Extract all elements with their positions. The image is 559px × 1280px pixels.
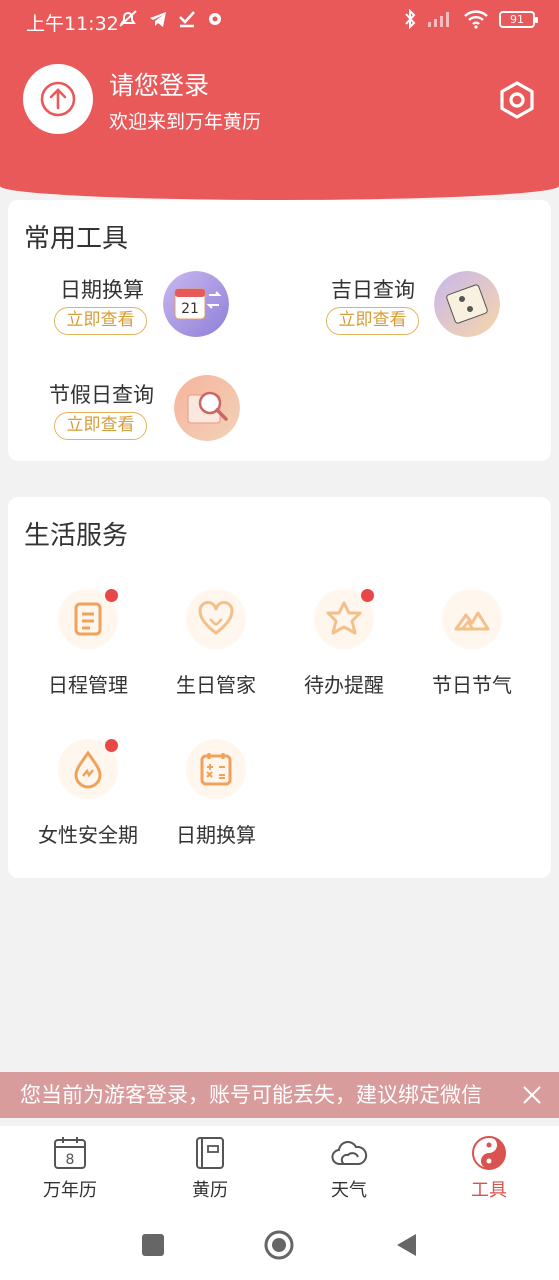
home-icon[interactable] [264,1230,294,1260]
tab-label: 黄历 [192,1180,228,1201]
tool-name: 节假日查询 [49,383,154,407]
tab-label: 天气 [331,1180,367,1201]
magnifier-scroll-icon [174,375,240,441]
section-title: 常用工具 [24,224,129,254]
calendar-day-number: 8 [66,1152,75,1168]
star-icon [326,601,362,635]
calendar-swap-icon: 21 [163,271,229,337]
telegram-icon [150,12,166,27]
battery-indicator: 91 [499,10,538,28]
service-label: 女性安全期 [38,823,138,847]
notification-dot [361,589,374,602]
settings-icon[interactable] [497,80,537,120]
profile-header: 上午11:32 91 请您登录 欢迎来到万年黄历 [0,0,559,200]
svg-text:21: 21 [181,301,199,317]
upload-arrow-icon [40,81,76,117]
back-icon[interactable] [392,1230,422,1260]
wifi-icon [464,10,488,29]
view-now-button[interactable]: 立即查看 [54,412,147,440]
life-services-card: 生活服务 日程管理 生日管家 待办提醒 节日节气 女性安全期 日期换算 [8,497,551,878]
tab-label: 万年历 [43,1180,97,1201]
close-icon[interactable] [521,1084,543,1106]
tool-name: 吉日查询 [331,278,415,302]
notification-dot [105,589,118,602]
service-label: 节日节气 [432,673,512,697]
guest-banner-text: 您当前为游客登录，账号可能丢失，建议绑定微信 [20,1083,482,1107]
tab-tools[interactable]: 工具 [439,1134,539,1202]
yinyang-icon [472,1136,506,1170]
common-tools-card: 常用工具 日期换算 立即查看 21 吉日查询 立即查看 节假日查询 立即查看 [8,200,551,461]
service-label: 待办提醒 [304,673,384,697]
service-festivals[interactable]: 节日节气 [408,589,536,698]
notification-dot [105,739,118,752]
view-now-button[interactable]: 立即查看 [54,307,147,335]
cloud-icon [331,1141,368,1165]
status-time: 上午11:32 [26,13,119,35]
tool-name: 日期换算 [60,278,144,302]
tab-label: 工具 [471,1180,507,1201]
avatar[interactable] [23,64,93,134]
drop-icon [74,750,102,789]
recent-apps-icon[interactable] [138,1230,168,1260]
tab-weather[interactable]: 天气 [299,1134,399,1202]
service-label: 日程管理 [48,673,128,697]
login-subtitle: 欢迎来到万年黄历 [109,111,262,133]
mountain-icon [454,611,490,631]
calendar-icon: 8 [54,1137,86,1169]
signal-icon [428,12,449,27]
guest-login-banner[interactable]: 您当前为游客登录，账号可能丢失，建议绑定微信 [0,1072,559,1118]
heart-icon [198,601,234,635]
service-date-convert[interactable]: 日期换算 [152,739,280,848]
section-title: 生活服务 [24,521,129,551]
document-icon [74,602,102,636]
scroll-icon [434,271,500,337]
service-todo[interactable]: 待办提醒 [280,589,408,698]
calculator-icon [200,753,232,786]
service-safe-period[interactable]: 女性安全期 [24,739,152,848]
status-bar: 上午11:32 91 [0,0,559,42]
gear-small-icon [209,13,221,25]
download-done-icon [179,11,195,28]
system-nav-bar [0,1210,559,1280]
service-schedule[interactable]: 日程管理 [24,589,152,698]
almanac-icon [196,1137,224,1169]
mute-bell-icon [119,10,137,27]
tab-calendar[interactable]: 8 万年历 [20,1134,120,1202]
service-birthday[interactable]: 生日管家 [152,589,280,698]
view-now-button[interactable]: 立即查看 [326,307,419,335]
service-label: 生日管家 [176,673,256,697]
service-label: 日期换算 [176,823,256,847]
bottom-tab-bar: 8 万年历 黄历 天气 工具 [0,1126,559,1210]
tab-almanac[interactable]: 黄历 [160,1134,260,1202]
bluetooth-icon [405,9,416,29]
login-title[interactable]: 请您登录 [109,66,209,102]
